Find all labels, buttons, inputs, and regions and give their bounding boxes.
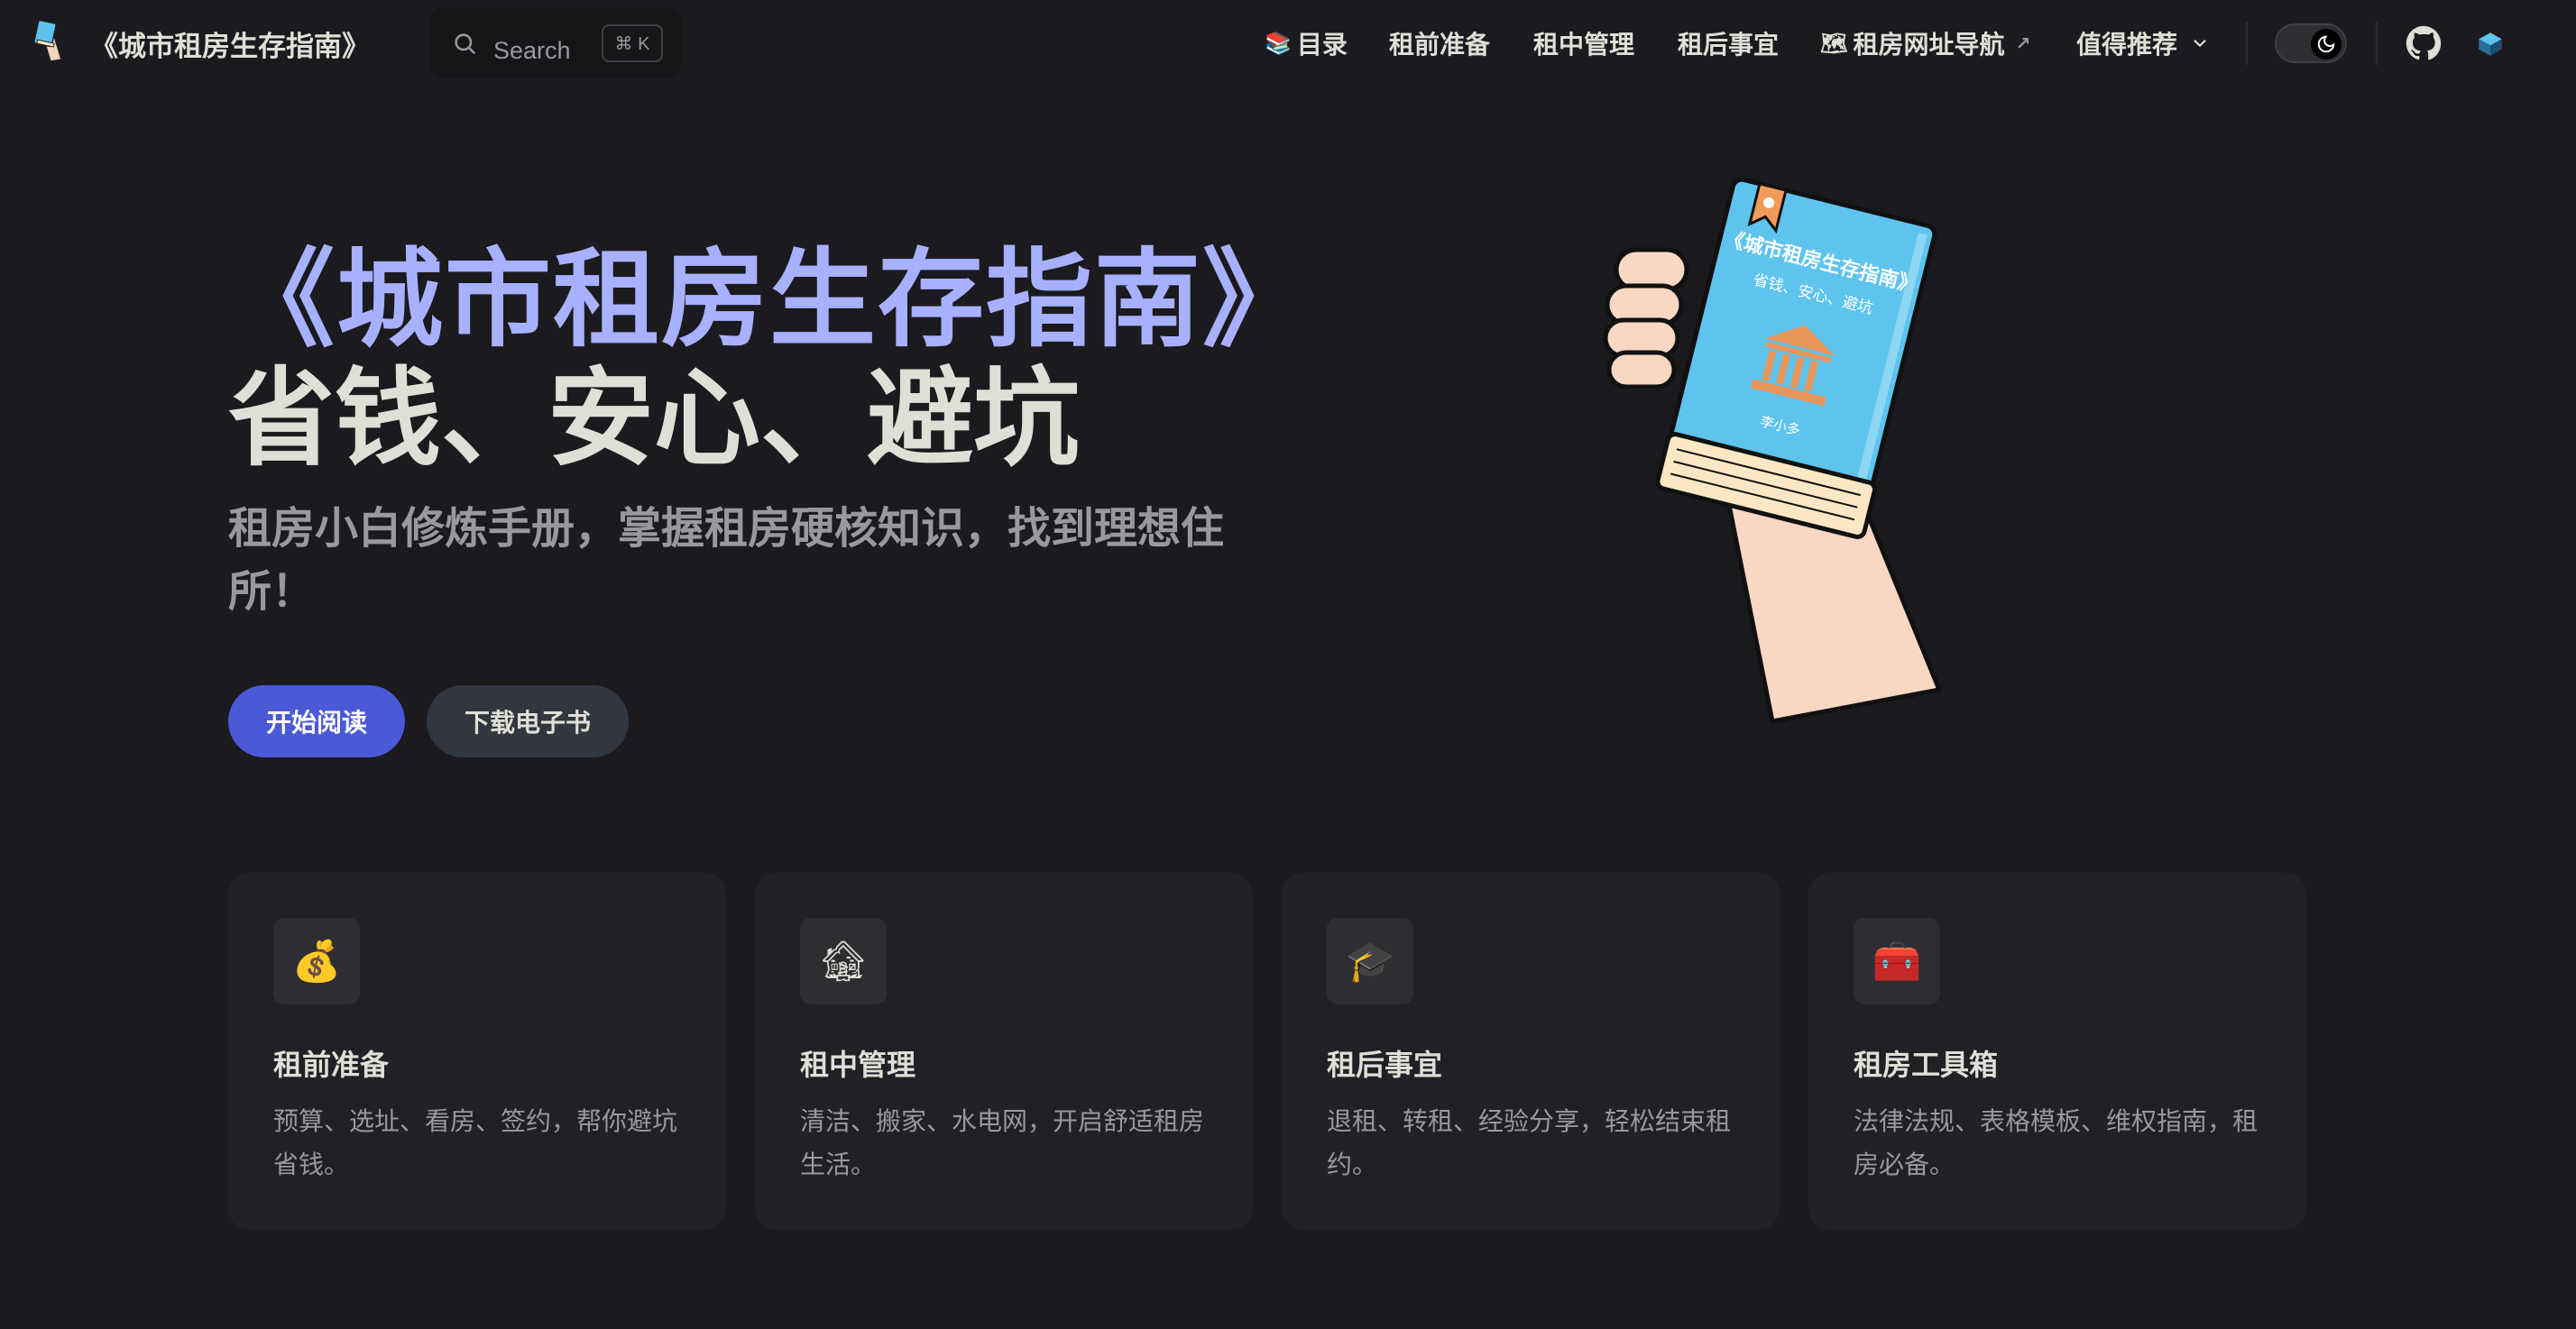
feature-card-during-rent[interactable]: 🏚 租中管理 清洁、搬家、水电网，开启舒适租房生活。 bbox=[755, 873, 1253, 1230]
nav-item-recommended-dropdown[interactable]: 值得推荐 bbox=[2076, 25, 2210, 61]
feature-details: 清洁、搬家、水电网，开启舒适租房生活。 bbox=[800, 1107, 1205, 1178]
money-bag-icon: 💰 bbox=[273, 918, 360, 1004]
hero-name: 《城市租房生存指南》 bbox=[228, 241, 1311, 360]
start-reading-button[interactable]: 开始阅读 bbox=[228, 685, 405, 757]
search-placeholder: Search bbox=[493, 37, 571, 64]
nav-divider bbox=[2246, 22, 2248, 65]
site-title[interactable]: 《城市租房生存指南》 bbox=[90, 23, 370, 64]
appearance-toggle[interactable] bbox=[2275, 23, 2347, 63]
feature-title: 租房工具箱 bbox=[1854, 1049, 1999, 1081]
feature-title: 租后事宜 bbox=[1327, 1049, 1443, 1081]
feature-card-before-rent[interactable]: 💰 租前准备 预算、选址、看房、签约，帮你避坑省钱。 bbox=[228, 873, 726, 1230]
nav-item-contents[interactable]: 📚 目录 bbox=[1265, 25, 1348, 61]
nav-item-during-rent[interactable]: 租中管理 bbox=[1533, 25, 1634, 61]
hero-text: 省钱、安心、避坑 bbox=[228, 360, 1081, 479]
feature-card-toolbox[interactable]: 🧰 租房工具箱 法律法规、表格模板、维权指南，租房必备。 bbox=[1808, 873, 2306, 1230]
download-ebook-button[interactable]: 下载电子书 bbox=[427, 685, 629, 757]
nav-item-label: 值得推荐 bbox=[2076, 31, 2178, 59]
nav-item-before-rent[interactable]: 租前准备 bbox=[1389, 25, 1490, 61]
books-icon: 📚 bbox=[1265, 31, 1292, 56]
nav-item-label: 租后事宜 bbox=[1678, 31, 1780, 59]
toolbox-icon: 🧰 bbox=[1854, 918, 1940, 1004]
toggle-knob bbox=[2311, 29, 2341, 60]
github-icon[interactable] bbox=[2406, 25, 2442, 66]
feature-card-after-rent[interactable]: 🎓 租后事宜 退租、转租、经验分享，轻松结束租约。 bbox=[1282, 873, 1780, 1230]
map-icon: 🗺 bbox=[1820, 31, 1848, 56]
feature-details: 退租、转租、经验分享，轻松结束租约。 bbox=[1327, 1107, 1732, 1178]
feature-details: 预算、选址、看房、签约，帮你避坑省钱。 bbox=[273, 1107, 678, 1178]
graduation-cap-icon: 🎓 bbox=[1327, 918, 1413, 1004]
cube-icon[interactable] bbox=[2475, 29, 2506, 64]
nav-item-after-rent[interactable]: 租后事宜 bbox=[1678, 25, 1779, 61]
nav-divider bbox=[2376, 22, 2378, 65]
nav-item-label: 目录 bbox=[1296, 31, 1348, 59]
chevron-down-icon bbox=[2194, 40, 2206, 47]
hero-illustration: 《城市租房生存指南》 省钱、安心、避坑 李小多 bbox=[1587, 176, 1966, 739]
nav-item-site-navigation[interactable]: 🗺 租房网址导航 ↗ bbox=[1820, 25, 2030, 61]
nav-item-label: 租中管理 bbox=[1533, 31, 1635, 59]
feature-details: 法律法规、表格模板、维权指南，租房必备。 bbox=[1854, 1107, 2259, 1178]
search-icon bbox=[455, 33, 475, 54]
nav-item-label: 租前准备 bbox=[1389, 31, 1491, 59]
nav-item-label: 租房网址导航 bbox=[1853, 31, 2005, 59]
search-shortcut: ⌘ K bbox=[602, 24, 663, 62]
feature-title: 租中管理 bbox=[800, 1049, 916, 1081]
search-button[interactable]: Search ⌘ K bbox=[430, 7, 681, 78]
moon-icon bbox=[2317, 35, 2335, 53]
hero-tagline: 租房小白修炼手册，掌握租房硬核知识，找到理想住所！ bbox=[228, 505, 1225, 616]
site-logo-icon[interactable] bbox=[31, 19, 67, 65]
top-navbar: 《城市租房生存指南》 Search ⌘ K 📚 目录 租前准备 租中管理 租后事… bbox=[0, 0, 2576, 87]
house-icon: 🏚 bbox=[800, 918, 887, 1004]
external-link-icon: ↗ bbox=[2015, 33, 2031, 54]
feature-title: 租前准备 bbox=[273, 1049, 390, 1081]
